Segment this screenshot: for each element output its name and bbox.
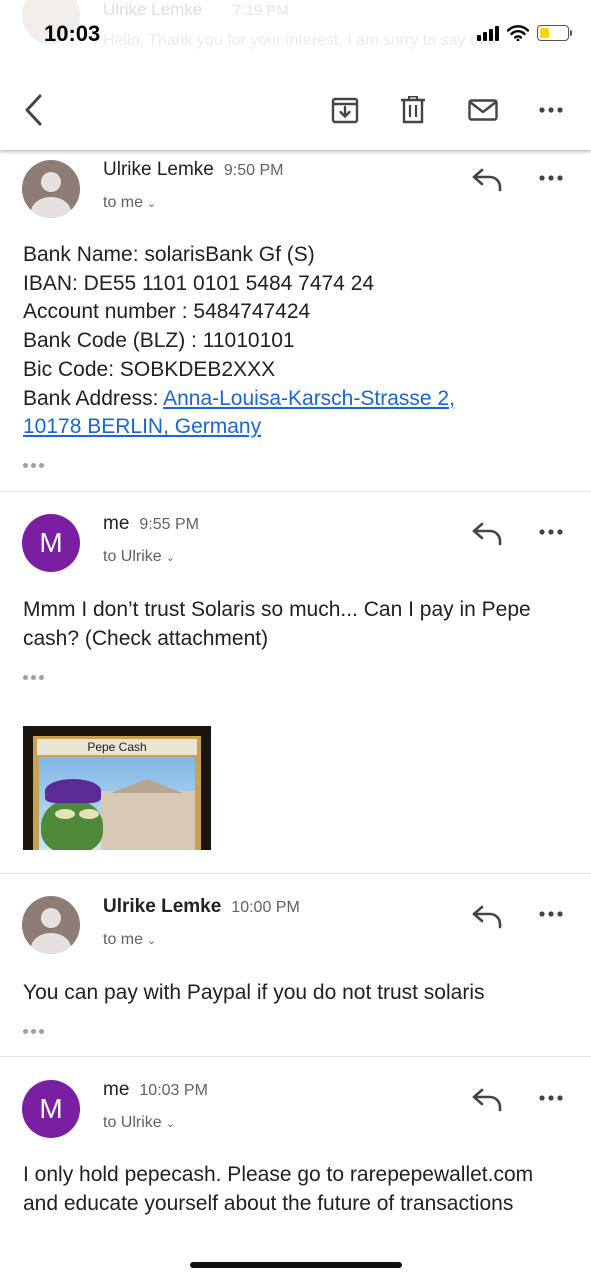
sender-name: me [103,513,130,534]
address-link[interactable]: Anna-Louisa-Karsch-Strasse 2, [163,387,455,410]
pepe-card-art [39,757,195,850]
message-divider [0,1056,591,1057]
attachment-thumbnail[interactable]: Pepe Cash [23,726,211,850]
body-line: IBAN: DE55 1101 0101 5484 7474 24 [23,271,375,295]
sender-name-row: Ulrike Lemke 10:00 PM [103,896,300,918]
mark-unread-button[interactable] [461,88,505,132]
sender-name-row: Ulrike Lemke 9:50 PM [103,159,283,181]
message-body: You can pay with Paypal if you do not tr… [23,981,485,1004]
battery-icon [537,25,572,41]
show-trimmed-content-button[interactable] [23,1024,51,1038]
sender-avatar[interactable]: M [22,514,80,572]
delete-button[interactable] [391,88,435,132]
body-line: Account number : 5484747424 [23,300,311,324]
sender-name-row: me 10:03 PM [103,1079,208,1101]
chevron-down-icon: ⌄ [165,1118,175,1130]
message-body: I only hold pepecash. Please go to rarep… [23,1163,534,1215]
recipient-details[interactable]: to Ulrike ⌄ [103,1114,175,1132]
card-title: Pepe Cash [37,739,197,755]
more-horizontal-icon [539,107,563,113]
sender-name: Ulrike Lemke [103,159,214,180]
sender-avatar[interactable]: M [22,1080,80,1138]
message-body: Bank Name: solarisBank Gf (S) IBAN: DE55… [23,241,573,442]
message-time: 9:50 PM [223,162,284,179]
sender-avatar[interactable] [22,896,80,954]
more-horizontal-icon[interactable] [534,520,568,544]
recipient-details[interactable]: to me ⌄ [103,931,156,949]
bank-address-line: Bank Address: Anna-Louisa-Karsch-Strasse… [23,386,455,410]
chevron-down-icon: ⌄ [165,552,175,564]
recipient-details[interactable]: to Ulrike ⌄ [103,548,175,566]
chevron-down-icon: ⌄ [147,198,157,210]
address-link-continued[interactable]: 10178 BERLIN, Germany [23,415,261,438]
show-trimmed-content-button[interactable] [23,458,51,472]
sender-name: Ulrike Lemke [103,896,222,917]
background-snippet: Hello, Thank you for your interest, I am… [103,32,497,49]
mail-icon [468,99,498,121]
message-time: 10:00 PM [231,899,300,916]
archive-icon [331,97,359,124]
chevron-left-icon [25,94,42,126]
message-divider [0,873,591,874]
reply-icon[interactable] [470,901,506,931]
more-horizontal-icon[interactable] [534,1086,568,1110]
background-time: 7:19 PM [233,2,289,19]
more-horizontal-icon[interactable] [534,902,568,926]
recipient-details[interactable]: to me ⌄ [103,194,156,212]
chevron-down-icon: ⌄ [147,935,157,947]
cellular-signal-icon [477,25,499,41]
trash-icon [401,96,425,124]
message-divider [0,491,591,492]
archive-button[interactable] [323,88,367,132]
reply-icon[interactable] [470,164,506,194]
body-line: Bank Code (BLZ) : 11010101 [23,329,295,353]
sender-avatar[interactable] [22,160,80,218]
sender-name: me [103,1079,130,1100]
show-trimmed-content-button[interactable] [23,670,51,684]
message-time: 10:03 PM [139,1082,208,1099]
message-body: Mmm I don’t trust Solaris so much... Can… [23,598,531,650]
status-icons [477,25,572,41]
background-sender: Ulrike Lemke [103,0,203,19]
email-toolbar [0,70,591,150]
more-horizontal-icon[interactable] [534,166,568,190]
reply-icon[interactable] [470,518,506,548]
wifi-icon [507,25,529,41]
message-time: 9:55 PM [139,516,199,533]
body-line: Bank Name: solarisBank Gf (S) [23,243,315,266]
status-time: 10:03 [44,21,101,46]
sender-name-row: me 9:55 PM [103,513,199,535]
more-options-button[interactable] [529,88,573,132]
back-button[interactable] [12,88,56,132]
home-indicator[interactable] [190,1262,402,1268]
body-line: Bic Code: SOBKDEB2XXX [23,357,276,381]
reply-icon[interactable] [470,1084,506,1114]
